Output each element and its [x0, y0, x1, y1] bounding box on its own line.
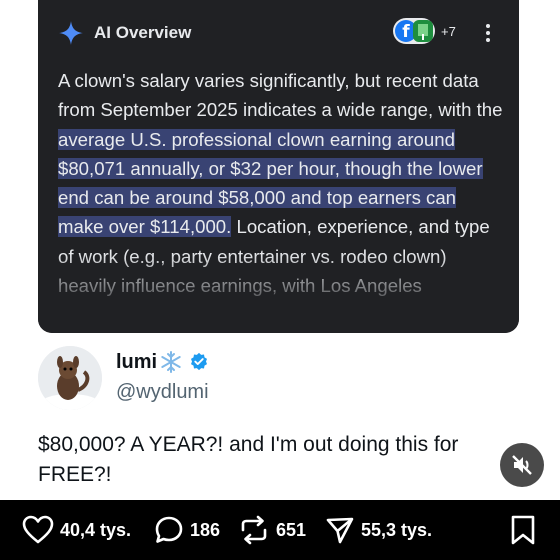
- bookmark-icon: [511, 515, 535, 545]
- display-name[interactable]: lumi: [116, 351, 157, 374]
- snowflake-icon: [161, 351, 181, 373]
- avatar[interactable]: [38, 346, 102, 410]
- like-button[interactable]: 40,4 tys.: [22, 514, 131, 546]
- heart-icon: [22, 515, 54, 544]
- ai-overview-header: AI Overview: [58, 20, 191, 46]
- like-count: 40,4 tys.: [60, 519, 132, 540]
- share-button[interactable]: 55,3 tys.: [325, 514, 432, 546]
- repost-icon: [241, 515, 267, 545]
- repost-count: 651: [276, 519, 307, 540]
- source-count: +7: [441, 23, 456, 39]
- user-handle[interactable]: @wydlumi: [116, 381, 209, 404]
- more-options-icon[interactable]: [478, 22, 498, 44]
- reply-count: 186: [190, 519, 221, 540]
- mute-button[interactable]: [500, 443, 544, 487]
- bookmark-button[interactable]: [510, 514, 536, 546]
- action-bar: 40,4 tys. 186 651 55,3 tys.: [0, 500, 560, 560]
- ai-overview-card: AI Overview f +7 A clown's salary varies…: [38, 0, 519, 333]
- source-favicon-icon: [413, 20, 433, 42]
- sources-badge[interactable]: f +7: [393, 18, 456, 44]
- muted-speaker-icon: [512, 455, 532, 475]
- ai-overview-text: A clown's salary varies significantly, b…: [58, 66, 503, 300]
- ai-text-plain: A clown's salary varies significantly, b…: [58, 70, 503, 121]
- send-icon: [326, 517, 354, 544]
- reply-button[interactable]: 186: [154, 514, 220, 546]
- share-count: 55,3 tys.: [361, 519, 433, 540]
- tweet-text: $80,000? A YEAR?! and I'm out doing this…: [38, 433, 459, 486]
- sparkle-icon: [59, 21, 83, 45]
- repost-button[interactable]: 651: [238, 514, 306, 546]
- comment-bubble-icon: [155, 516, 183, 543]
- source-favicons: f: [393, 18, 435, 44]
- author-name-row[interactable]: lumi: [116, 350, 209, 374]
- ai-overview-title: AI Overview: [94, 23, 192, 42]
- verified-badge-icon: [191, 352, 208, 371]
